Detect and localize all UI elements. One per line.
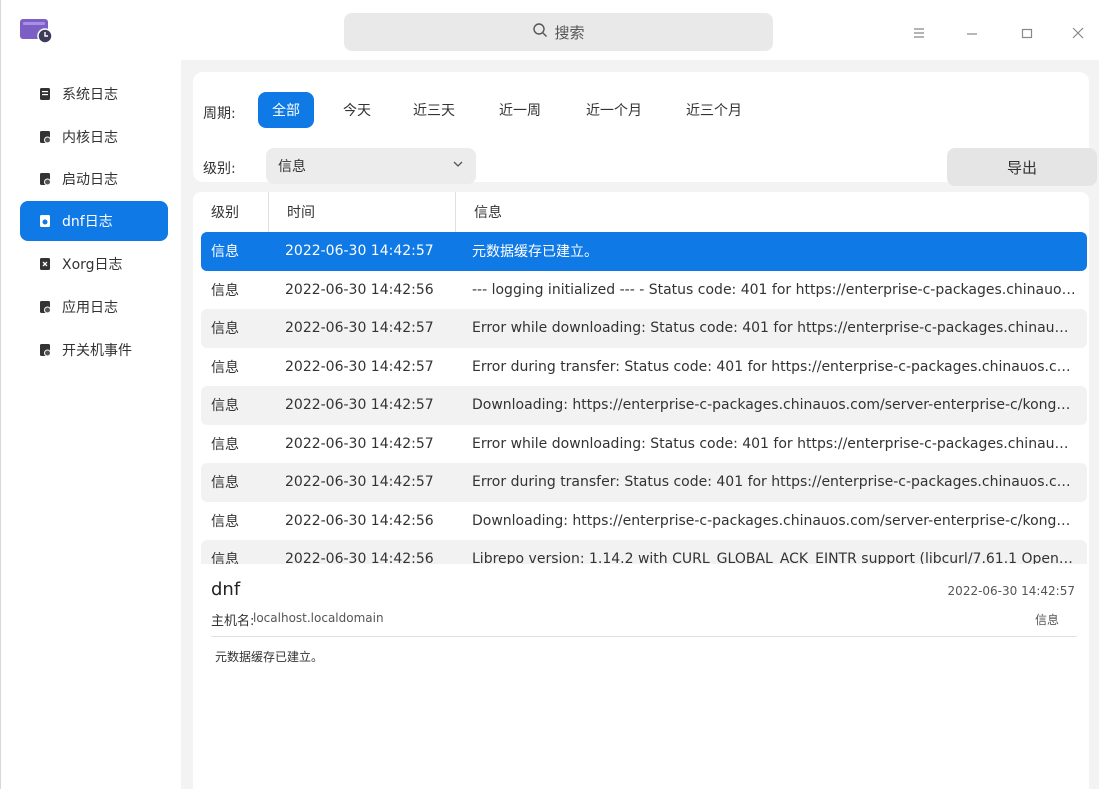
sidebar-item-label: 内核日志 xyxy=(62,130,118,146)
cell-info: Error during transfer: Status code: 401 … xyxy=(472,474,1080,491)
cell-info: 元数据缓存已建立。 xyxy=(472,244,598,261)
cell-info: Downloading: https://enterprise-c-packag… xyxy=(472,512,1078,529)
detail-time: 2022-06-30 14:42:57 xyxy=(947,584,1075,598)
cell-time: 2022-06-30 14:42:57 xyxy=(285,243,434,260)
cell-time: 2022-06-30 14:42:57 xyxy=(285,397,434,414)
export-button[interactable]: 导出 xyxy=(947,148,1097,186)
level-label: 级别: xyxy=(203,161,236,177)
level-select[interactable]: 信息 xyxy=(266,148,476,184)
cell-info: Error during transfer: Status code: 401 … xyxy=(472,358,1080,375)
sidebar-item-system-log[interactable]: 系统日志 xyxy=(20,74,168,114)
dnf-log-icon xyxy=(38,214,52,228)
cell-level: 信息 xyxy=(211,321,239,338)
period-3months-button[interactable]: 近三个月 xyxy=(672,92,756,128)
cell-level: 信息 xyxy=(211,359,239,376)
sidebar-item-power-events[interactable]: 开关机事件 xyxy=(20,330,168,370)
period-today-button[interactable]: 今天 xyxy=(329,92,385,128)
table-body: 信息 2022-06-30 14:42:57 元数据缓存已建立。 信息 2022… xyxy=(201,232,1087,564)
cell-time: 2022-06-30 14:42:57 xyxy=(285,320,434,337)
cell-time: 2022-06-30 14:42:57 xyxy=(285,435,434,452)
cell-level: 信息 xyxy=(211,475,239,492)
table-row[interactable]: 信息 2022-06-30 14:42:56 --- logging initi… xyxy=(201,271,1087,310)
cell-level: 信息 xyxy=(211,244,239,261)
column-header-level[interactable]: 级别 xyxy=(193,192,269,232)
table-row[interactable]: 信息 2022-06-30 14:42:57 元数据缓存已建立。 xyxy=(201,232,1087,271)
boot-log-icon xyxy=(38,172,52,186)
menu-icon[interactable] xyxy=(906,20,932,46)
level-select-value: 信息 xyxy=(278,159,306,175)
table-row[interactable]: 信息 2022-06-30 14:42:56 Downloading: http… xyxy=(201,502,1087,541)
cell-time: 2022-06-30 14:42:57 xyxy=(285,474,434,491)
app-log-icon xyxy=(38,300,52,314)
sidebar-item-xorg-log[interactable]: Xorg日志 xyxy=(20,244,168,284)
cell-info: Downloading: https://enterprise-c-packag… xyxy=(472,397,1078,414)
period-all-button[interactable]: 全部 xyxy=(258,92,314,128)
kernel-log-icon xyxy=(38,130,52,144)
cell-level: 信息 xyxy=(211,513,239,530)
column-header-info[interactable]: 信息 xyxy=(456,192,1089,232)
cell-info: Error while downloading: Status code: 40… xyxy=(472,435,1085,452)
cell-level: 信息 xyxy=(211,552,239,564)
sidebar-item-boot-log[interactable]: 启动日志 xyxy=(20,159,168,199)
power-event-icon xyxy=(38,343,52,357)
log-detail-panel: dnf 2022-06-30 14:42:57 主机名: localhost.l… xyxy=(193,564,1089,789)
sidebar-item-label: 应用日志 xyxy=(62,300,118,316)
period-label: 周期: xyxy=(203,106,236,122)
close-icon[interactable] xyxy=(1065,20,1091,46)
filter-card: 周期: 全部 今天 近三天 近一周 近一个月 近三个月 级别: 信息 导出 xyxy=(193,72,1097,186)
cell-info: Error while downloading: Status code: 40… xyxy=(472,320,1085,337)
title-bar: 搜索 xyxy=(1,0,1099,60)
detail-host-value: localhost.localdomain xyxy=(253,611,384,625)
system-log-icon xyxy=(38,87,52,101)
app-logo-icon xyxy=(19,18,55,44)
sidebar-item-label: dnf日志 xyxy=(62,214,113,230)
period-3days-button[interactable]: 近三天 xyxy=(399,92,469,128)
table-row[interactable]: 信息 2022-06-30 14:42:57 Error while downl… xyxy=(201,425,1087,464)
search-icon xyxy=(532,22,548,42)
cell-time: 2022-06-30 14:42:56 xyxy=(285,551,434,564)
table-row[interactable]: 信息 2022-06-30 14:42:57 Error while downl… xyxy=(201,309,1087,348)
detail-title: dnf xyxy=(211,579,241,600)
table-row[interactable]: 信息 2022-06-30 14:42:57 Downloading: http… xyxy=(201,386,1087,425)
detail-message: 元数据缓存已建立。 xyxy=(215,650,324,664)
sidebar-item-kernel-log[interactable]: 内核日志 xyxy=(20,117,168,157)
search-input[interactable]: 搜索 xyxy=(344,13,773,51)
cell-time: 2022-06-30 14:42:57 xyxy=(285,358,434,375)
period-week-button[interactable]: 近一周 xyxy=(485,92,555,128)
cell-level: 信息 xyxy=(211,436,239,453)
table-row[interactable]: 信息 2022-06-30 14:42:57 Error during tran… xyxy=(201,463,1087,502)
maximize-icon[interactable] xyxy=(1014,20,1040,46)
minimize-icon[interactable] xyxy=(959,20,985,46)
table-row[interactable]: 信息 2022-06-30 14:42:56 Librepo version: … xyxy=(201,540,1087,564)
log-table: 级别 时间 信息 信息 2022-06-30 14:42:57 元数据缓存已建立… xyxy=(193,192,1089,564)
xorg-log-icon xyxy=(38,257,52,271)
divider xyxy=(211,636,1077,637)
detail-level: 信息 xyxy=(1034,613,1059,627)
table-row[interactable]: 信息 2022-06-30 14:42:57 Error during tran… xyxy=(201,348,1087,387)
cell-level: 信息 xyxy=(211,398,239,415)
detail-host-label: 主机名: xyxy=(211,614,255,629)
search-placeholder: 搜索 xyxy=(554,23,585,42)
cell-info: Librepo version: 1.14.2 with CURL_GLOBAL… xyxy=(472,551,1082,564)
period-month-button[interactable]: 近一个月 xyxy=(572,92,656,128)
chevron-down-icon xyxy=(452,158,464,174)
sidebar-item-label: 启动日志 xyxy=(62,172,118,188)
sidebar-item-dnf-log[interactable]: dnf日志 xyxy=(20,201,168,241)
sidebar: 系统日志 内核日志 启动日志 dnf日志 Xorg日志 应用日志 开关机事件 xyxy=(9,60,179,789)
sidebar-item-label: 开关机事件 xyxy=(62,343,132,359)
main-panel: 周期: 全部 今天 近三天 近一周 近一个月 近三个月 级别: 信息 导出 级别… xyxy=(181,60,1099,789)
table-header: 级别 时间 信息 xyxy=(193,192,1089,232)
log-viewer-window: 搜索 系统日志 内核日志 启动日志 dnf日志 Xorg日志 应用日志 开关机事… xyxy=(0,0,1099,789)
sidebar-item-label: Xorg日志 xyxy=(62,257,123,273)
sidebar-item-app-log[interactable]: 应用日志 xyxy=(20,287,168,327)
column-header-time[interactable]: 时间 xyxy=(269,192,456,232)
cell-info: --- logging initialized --- - Status cod… xyxy=(472,281,1087,298)
cell-level: 信息 xyxy=(211,282,239,299)
cell-time: 2022-06-30 14:42:56 xyxy=(285,512,434,529)
sidebar-item-label: 系统日志 xyxy=(62,87,118,103)
cell-time: 2022-06-30 14:42:56 xyxy=(285,281,434,298)
